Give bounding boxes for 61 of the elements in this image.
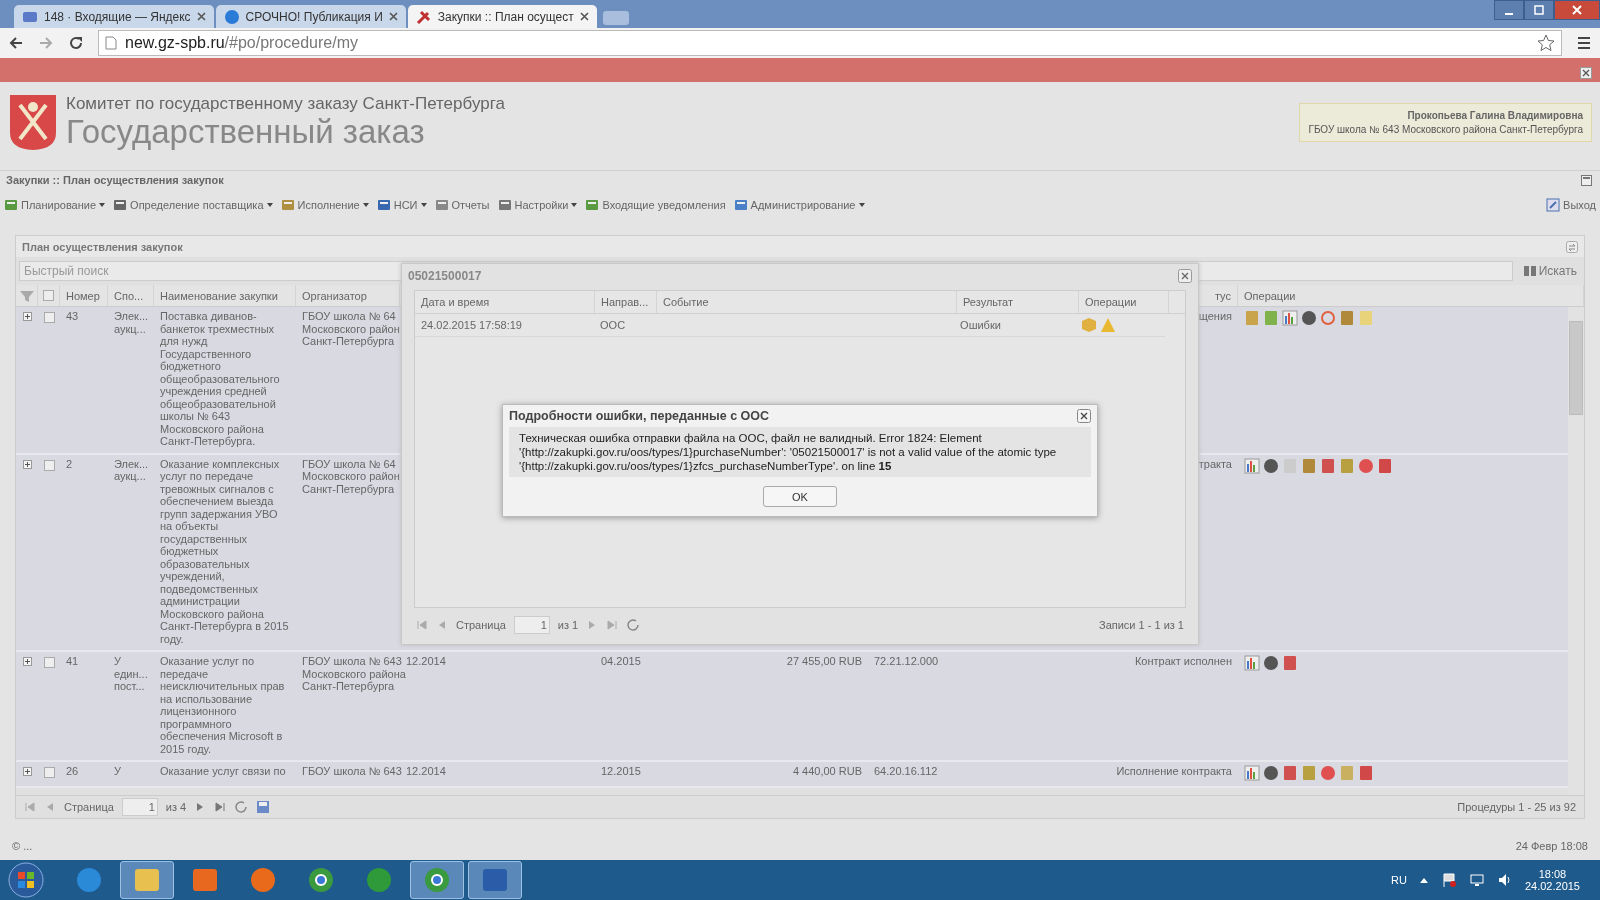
user-organization: ГБОУ школа № 643 Московского района Санкт-Петербурга [1308, 123, 1583, 135]
table-cell: Московского район [302, 470, 400, 483]
table-cell: Санкт-Петербурга [302, 680, 395, 693]
table-cell: 43 [66, 310, 79, 322]
table-cell: 26 [66, 765, 79, 777]
table-cell: У [114, 765, 121, 778]
table-cell: Оказание услуг связи по [160, 765, 286, 777]
table-cell: 04.2015 [601, 655, 641, 667]
table-cell: У [114, 655, 121, 668]
date-time-text: 24 Февр 18:08 [1515, 840, 1588, 852]
table-cell: ГБОУ школа № 643 [302, 765, 402, 778]
page-count: из 4 [165, 801, 187, 813]
page-label: Страница [456, 619, 506, 631]
table-cell: 72.21.12.000 [874, 655, 939, 667]
page-title: Закупки :: План осуществления закупок [6, 174, 224, 186]
table-cell: Исполнение контракта [1116, 765, 1232, 777]
table-cell: щения [1198, 310, 1232, 322]
committee-name: Комитет по государственному заказу Санкт-Петербурга [66, 94, 505, 114]
panel-title: План осуществления закупок [22, 240, 183, 253]
table-cell: 64.20.16.112 [874, 765, 938, 777]
table-cell: Санкт-Петербурга [302, 335, 395, 348]
tab-title: 148 · Входящие — Яндекс [44, 9, 191, 24]
table-cell: тракта [1198, 457, 1232, 470]
table-cell: 41 [66, 655, 79, 667]
table-cell: аукц... [114, 322, 146, 335]
table-cell: ООС [600, 319, 626, 331]
table-cell: Элек... [114, 310, 149, 323]
table-cell: Элек... [114, 457, 149, 470]
table-cell: 12.2014 [406, 765, 446, 777]
table-cell: Поставка диванов-банкеток трехместных для нужд Государственного бюджетного общеобразовательного учреждения средней общеобразовательной школы № 643 Московского района Санкт-Петербурга. [160, 310, 280, 447]
table-cell: 2 [66, 457, 73, 470]
site-title: Государственный заказ [66, 114, 426, 150]
table-cell: един... [114, 667, 148, 680]
table-cell: ГБОУ школа № 643 [302, 655, 402, 668]
tab-title: Закупки :: План осущест [437, 9, 574, 24]
table-cell: 4 440,00 RUB [792, 765, 862, 777]
table-cell: аукц... [114, 470, 146, 483]
table-cell: 12.2014 [406, 655, 446, 667]
table-cell: Контракт исполнен [1134, 655, 1232, 667]
table-cell: Московского района [302, 667, 406, 680]
table-cell: пост... [114, 680, 145, 693]
table-cell: Санкт-Петербурга [302, 482, 395, 495]
table-cell: 27 455,00 RUB [786, 655, 862, 667]
copyright-text: © ... [12, 840, 33, 852]
page-label: Страница [64, 801, 114, 813]
table-cell: Оказание комплексных услуг по передаче тревожных сигналов с обеспечением выезда групп задержания УВО на объекты государственных бюджетных образовательных учреждений, подведомственных администрации Московского района Санкт-Петербурга в 2015 году. [160, 457, 289, 645]
table-cell: Московского район [302, 322, 400, 335]
table-cell: Оказание услуг по передаче неисключительных прав на использование лицензионного программного обеспечения Microsoft в 2015 году. [160, 655, 285, 755]
window-title: 05021500017 [408, 269, 482, 283]
user-name: Прокопьева Галина Владимировна [1407, 109, 1583, 121]
records-summary: Процедуры 1 - 25 из 92 [1457, 801, 1576, 813]
error-message: Техническая ошибка отправки файла на ООС, файл не валидный. Error 1824: Element '{http://zakupki.gov.ru/oos/types/1}purchaseNumber': '05021500017' is not a valid value of the atomic type '{http://zakupki.gov.ru/oos/types/1}zfcs_purchaseNumberType'. on line 15 [509, 427, 1091, 477]
records-summary: Записи 1 - 1 из 1 [1099, 619, 1184, 631]
table-cell: ГБОУ школа № 64 [302, 310, 396, 323]
tab-title: СРОЧНО! Публикация И [245, 9, 383, 24]
table-cell: 24.02.2015 17:58:19 [421, 319, 522, 331]
page-count: из 1 [557, 619, 579, 631]
table-cell: ГБОУ школа № 64 [302, 457, 396, 470]
table-cell: 12.2015 [601, 765, 641, 777]
dialog-title: Подробности ошибки, переданные с ООС [509, 409, 770, 423]
table-cell: Ошибки [960, 319, 1001, 331]
